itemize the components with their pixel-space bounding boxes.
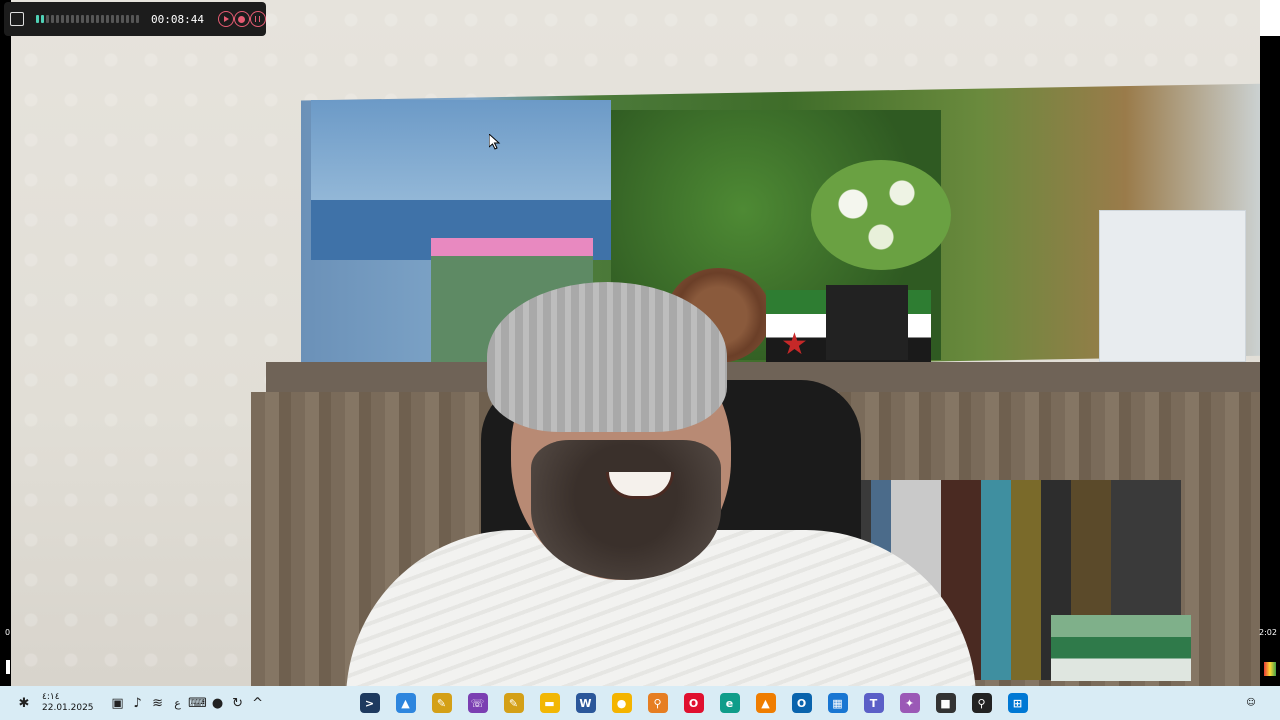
viber-app-button[interactable]: ☏ [464, 690, 491, 716]
file-explorer-app-button[interactable]: ▬ [536, 690, 563, 716]
recorder-bar: 00:08:44 [4, 2, 266, 36]
window-edge-strip [1260, 0, 1280, 36]
camera-icon[interactable]: ▣ [108, 693, 128, 713]
pause-icon [249, 11, 266, 27]
record-button[interactable] [233, 5, 250, 33]
meter-bar [86, 15, 89, 23]
meter-bar [66, 15, 69, 23]
meter-bar [76, 15, 79, 23]
photos-app-button[interactable]: ▲ [392, 690, 419, 716]
play-button[interactable] [217, 5, 234, 33]
taskbar-apps: > ▲ ✎ ☏ ✎ ▬ W ● ⚲ Oe ▲ O ▦ T ✦ ■ ⚲ ⊞ [356, 690, 1031, 716]
start-button-icon: ⊞ [1007, 693, 1028, 713]
file-explorer-app-icon: ▬ [539, 693, 560, 713]
taskbar-search-button[interactable]: ⚲ [968, 690, 995, 716]
meter-bar [96, 15, 99, 23]
person-beanie [487, 282, 727, 432]
teams-app-button[interactable]: T [860, 690, 887, 716]
meter-bar [116, 15, 119, 23]
outlook-app-button[interactable]: O [788, 690, 815, 716]
opera-app-button[interactable]: O [680, 690, 707, 716]
search-app-button[interactable]: ⚲ [644, 690, 671, 716]
teams-app-icon: T [863, 693, 884, 713]
taskbar-search-icon: ⚲ [971, 693, 992, 713]
meter-bar [81, 15, 84, 23]
store-app-icon: ▦ [827, 693, 848, 713]
task-view-app-button[interactable]: ■ [932, 690, 959, 716]
chrome-app-button[interactable]: ● [608, 690, 635, 716]
capture-window-button[interactable] [4, 5, 24, 33]
copilot-app-button[interactable]: ✦ [896, 690, 923, 716]
play-icon [217, 11, 234, 27]
side-clock-left: 0 [5, 628, 11, 637]
side-clock-right: 2:02 [1259, 628, 1277, 637]
meter-bar [126, 15, 129, 23]
vlc-app-icon: ▲ [755, 693, 776, 713]
book-box [1099, 210, 1246, 362]
pause-button[interactable] [249, 5, 266, 33]
record-icon [233, 11, 250, 27]
webcam-video: ★ [11, 0, 1260, 686]
notepad-app-icon: ✎ [503, 693, 524, 713]
meter-bar [36, 15, 39, 23]
wifi-icon[interactable]: ≋ [148, 693, 168, 713]
window-capture-icon [10, 12, 24, 26]
meter-bar [51, 15, 54, 23]
photos-app-icon: ▲ [395, 693, 416, 713]
meter-bar [111, 15, 114, 23]
meter-bar [41, 15, 44, 23]
word-app-icon: W [575, 693, 596, 713]
chrome-app-icon: ● [611, 693, 632, 713]
notification-icon[interactable]: ☺ [1238, 690, 1264, 716]
tray-left: ✱ ٤:١٤ 22.01.2025 ▣ ♪ ≋ ع ⌨ ● ↻ ^ [14, 686, 268, 720]
recording-timer: 00:08:44 [151, 12, 204, 26]
meter-bar [71, 15, 74, 23]
flower-pot [826, 285, 908, 360]
meter-bar [91, 15, 94, 23]
vlc-app-button[interactable]: ▲ [752, 690, 779, 716]
microphone-icon[interactable]: ● [208, 693, 228, 713]
audio-level-meter [36, 15, 139, 23]
edge-app-button[interactable]: e [716, 690, 743, 716]
volume-icon[interactable]: ♪ [128, 693, 148, 713]
clock-date: 22.01.2025 [42, 703, 94, 713]
keyboard-icon[interactable]: ⌨ [188, 693, 208, 713]
start-button-button[interactable]: ⊞ [1004, 690, 1031, 716]
edge-app-icon: e [719, 693, 740, 713]
copilot-app-icon: ✦ [899, 693, 920, 713]
meter-bar [131, 15, 134, 23]
task-view-app-icon: ■ [935, 693, 956, 713]
outlook-app-icon: O [791, 693, 812, 713]
notes-app-button[interactable]: ✎ [428, 690, 455, 716]
green-books [1051, 615, 1191, 681]
opera-app-icon: O [683, 693, 704, 713]
sync-icon[interactable]: ↻ [228, 693, 248, 713]
meter-bar [46, 15, 49, 23]
terminal-app-icon: > [359, 693, 380, 713]
input-language-indicator[interactable]: ع [168, 693, 188, 713]
meter-bar [61, 15, 64, 23]
viber-app-icon: ☏ [467, 693, 488, 713]
clock[interactable]: ٤:١٤ 22.01.2025 [42, 692, 94, 714]
person-beard [531, 440, 721, 580]
terminal-app-button[interactable]: > [356, 690, 383, 716]
side-marker-left [6, 660, 10, 674]
meter-bar [121, 15, 124, 23]
side-marker-right [1264, 662, 1276, 676]
taskbar: ✱ ٤:١٤ 22.01.2025 ▣ ♪ ≋ ع ⌨ ● ↻ ^ > ▲ ✎ ☏ ✎ ▬… [0, 686, 1280, 720]
chevron-up-icon[interactable]: ^ [248, 693, 268, 713]
word-app-button[interactable]: W [572, 690, 599, 716]
search-app-icon: ⚲ [647, 693, 668, 713]
notepad-app-button[interactable]: ✎ [500, 690, 527, 716]
store-app-button[interactable]: ▦ [824, 690, 851, 716]
meter-bar [56, 15, 59, 23]
meter-bar [101, 15, 104, 23]
meter-bar [106, 15, 109, 23]
flag-star-icon: ★ [781, 327, 808, 362]
clock-time: ٤:١٤ [42, 692, 60, 702]
weather-icon[interactable]: ✱ [14, 693, 34, 713]
meter-bar [136, 15, 139, 23]
flowers [811, 160, 951, 270]
notes-app-icon: ✎ [431, 693, 452, 713]
